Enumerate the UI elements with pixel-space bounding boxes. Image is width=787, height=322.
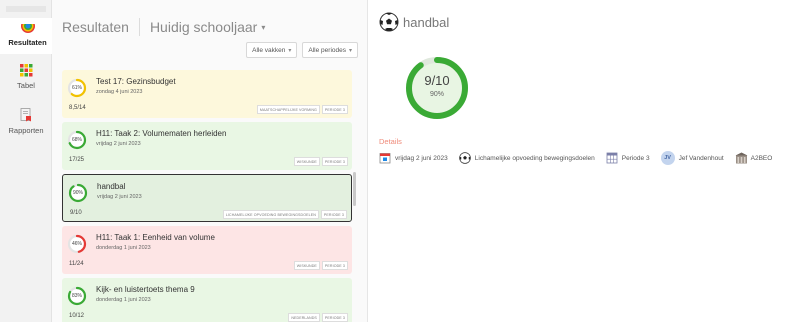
result-score: 17/25 xyxy=(69,157,85,163)
result-score: 10/12 xyxy=(69,313,85,319)
score-percentage: 83% xyxy=(71,293,82,299)
chevron-down-icon: ▾ xyxy=(261,22,266,32)
chevron-down-icon: ▾ xyxy=(348,47,352,54)
rail-item-tabel[interactable]: Tabel xyxy=(0,64,52,94)
result-card[interactable]: 46% H11: Taak 1: Eenheid van volume donder… xyxy=(62,226,352,274)
filter-periods[interactable]: Alle periodes ▾ xyxy=(302,42,358,58)
rail-item-rapporten[interactable]: Rapporten xyxy=(0,108,52,138)
score-percentage: 61% xyxy=(71,85,82,91)
calendar-grid-icon xyxy=(606,152,618,164)
result-card[interactable]: 68% H11: Taak 2: Volumematen herleiden vri… xyxy=(62,122,352,170)
calendar-icon xyxy=(379,152,391,164)
chip-teacher: JV Jef Vandenhout xyxy=(660,151,724,165)
soccer-ball-icon xyxy=(459,152,471,164)
list-scrollbar[interactable] xyxy=(353,172,356,206)
result-score: 11/24 xyxy=(69,261,84,267)
chip-label: Periode 3 xyxy=(621,154,650,162)
results-rainbow-icon xyxy=(19,18,36,36)
page-title: Resultaten xyxy=(62,19,129,35)
soccer-ball-icon xyxy=(379,12,399,32)
chip-period: Periode 3 xyxy=(606,152,650,164)
filter-label: Alle vakken xyxy=(252,46,286,54)
result-tag: Periode 3 xyxy=(321,313,348,322)
header-divider xyxy=(138,18,140,36)
grid-icon xyxy=(19,64,33,79)
chip-label: Jef Vandenhout xyxy=(678,154,724,162)
result-tag: Lichamelijke opvoeding bewegingsdoelen xyxy=(222,210,319,219)
school-year-selector[interactable]: Huidig schooljaar ▾ xyxy=(150,19,265,35)
result-tag: Maatschappelijke vorming xyxy=(256,105,320,114)
detail-chips: vrijdag 2 juni 2023 Lichamelijke opvoedi… xyxy=(379,151,772,165)
result-date: vrijdag 2 juni 2023 xyxy=(96,141,141,147)
result-tags: Wiskunde Periode 3 xyxy=(293,261,348,270)
rail-top-strip xyxy=(6,6,46,12)
detail-score: 9/10 xyxy=(424,73,450,88)
result-card[interactable]: 61% Test 17: Gezinsbudget zondag 4 juni 20… xyxy=(62,70,352,118)
result-tag: Periode 3 xyxy=(320,210,347,219)
result-tag: Periode 3 xyxy=(321,105,348,114)
rail-item-label: Resultaten xyxy=(8,38,47,47)
result-score: 8,5/14 xyxy=(69,105,86,111)
result-tag: Periode 3 xyxy=(321,157,348,166)
avatar: JV xyxy=(660,151,675,165)
result-tag: Wiskunde xyxy=(293,157,320,166)
results-list-panel: Resultaten Huidig schooljaar ▾ Alle vakk… xyxy=(52,0,368,322)
result-date: zondag 4 juni 2023 xyxy=(96,89,143,95)
result-detail-pane: handbal 9/10 90% Details vrijdag 2 juni … xyxy=(369,0,787,322)
chip-date: vrijdag 2 juni 2023 xyxy=(379,152,448,164)
result-tags: Nederlands Periode 3 xyxy=(288,313,348,322)
list-header: Resultaten Huidig schooljaar ▾ xyxy=(62,16,265,38)
result-card[interactable]: 83% Kijk- en luistertoets thema 9 donderda… xyxy=(62,278,352,322)
score-percentage: 68% xyxy=(71,137,82,143)
chip-label: Lichamelijke opvoeding bewegingsdoelen xyxy=(474,154,595,162)
app-rail: Resultaten Tabel Rapporten xyxy=(0,0,52,322)
result-tags: Wiskunde Periode 3 xyxy=(293,157,348,166)
chip-class: A2BEO xyxy=(735,152,773,164)
chip-label: vrijdag 2 juni 2023 xyxy=(395,154,448,162)
result-date: donderdag 1 juni 2023 xyxy=(96,297,151,303)
rail-item-label: Tabel xyxy=(17,81,35,90)
result-date: donderdag 1 juni 2023 xyxy=(96,245,151,251)
result-tags: Maatschappelijke vorming Periode 3 xyxy=(256,105,348,114)
result-title: H11: Taak 2: Volumematen herleiden xyxy=(96,129,227,138)
rail-item-resultaten[interactable]: Resultaten xyxy=(0,18,52,54)
school-year-label: Huidig schooljaar xyxy=(149,19,258,35)
filter-subjects[interactable]: Alle vakken ▾ xyxy=(246,42,298,58)
chevron-down-icon: ▾ xyxy=(288,47,292,54)
score-percentage: 90% xyxy=(72,190,83,196)
result-card[interactable]: 90% handbal vrijdag 2 juni 2023 9/10 Lichame… xyxy=(62,174,352,222)
filter-bar: Alle vakken ▾ Alle periodes ▾ xyxy=(246,42,358,58)
result-title: handbal xyxy=(97,182,126,191)
result-date: vrijdag 2 juni 2023 xyxy=(97,194,142,200)
result-tag: Wiskunde xyxy=(293,261,320,270)
rail-item-label: Rapporten xyxy=(8,126,44,135)
result-title: Kijk- en luistertoets thema 9 xyxy=(96,285,195,294)
chip-label: A2BEO xyxy=(750,154,773,162)
score-percentage: 46% xyxy=(71,241,82,247)
details-heading: Details xyxy=(379,137,402,146)
result-score: 9/10 xyxy=(70,210,82,216)
result-tags: Lichamelijke opvoeding bewegingsdoelen Pe… xyxy=(222,210,347,219)
result-tag: Periode 3 xyxy=(321,261,348,270)
result-title: Test 17: Gezinsbudget xyxy=(96,77,176,86)
detail-title: handbal xyxy=(403,15,450,30)
detail-percentage: 90% xyxy=(429,91,444,98)
building-icon xyxy=(735,152,748,164)
report-icon xyxy=(20,108,32,124)
score-ring xyxy=(405,56,469,120)
result-tag: Nederlands xyxy=(288,313,320,322)
chip-subject: Lichamelijke opvoeding bewegingsdoelen xyxy=(459,152,595,164)
result-title: H11: Taak 1: Eenheid van volume xyxy=(96,233,215,242)
filter-label: Alle periodes xyxy=(308,46,346,54)
